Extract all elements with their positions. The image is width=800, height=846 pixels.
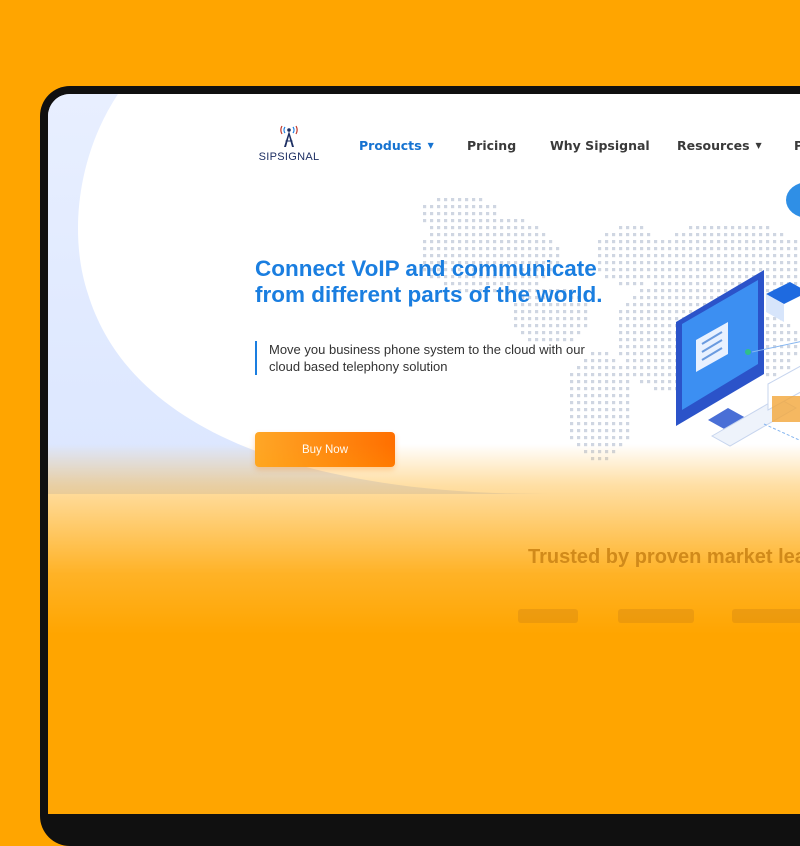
- hero-subtitle: Move you business phone system to the cl…: [255, 341, 649, 375]
- nav-resources[interactable]: Resources ▼: [677, 138, 762, 153]
- nav-pricing[interactable]: Pricing: [467, 138, 516, 153]
- nav-why-sipsignal[interactable]: Why Sipsignal: [550, 138, 650, 153]
- nav-item-truncated[interactable]: P: [794, 138, 800, 153]
- partner-logo: [618, 609, 694, 623]
- nav-products[interactable]: Products ▼: [359, 138, 434, 153]
- partner-logos: [518, 609, 800, 629]
- nav-why-sipsignal-label: Why Sipsignal: [550, 138, 650, 153]
- caret-down-icon: ▼: [427, 141, 434, 150]
- hero-subtitle-line1: Move you business phone system to the cl…: [269, 342, 585, 357]
- partner-logo: [732, 609, 800, 623]
- nav-resources-label: Resources: [677, 138, 750, 153]
- sipsignal-logo[interactable]: SIPSIGNAL: [254, 124, 324, 166]
- hero-headline-line2: from different parts of the world.: [255, 282, 603, 307]
- nav-pricing-label: Pricing: [467, 138, 517, 153]
- logo-wordmark: SIPSIGNAL: [258, 151, 320, 163]
- hero-headline: Connect VoIP and communicate from differ…: [255, 256, 675, 308]
- hero-headline-line1: Connect VoIP and communicate: [255, 256, 597, 281]
- nav-truncated-label: P: [794, 138, 800, 153]
- caret-down-icon: ▼: [755, 141, 762, 150]
- partner-logo: [518, 609, 578, 623]
- radio-tower-icon: [280, 125, 298, 147]
- buy-now-button[interactable]: Buy Now: [255, 432, 395, 467]
- nav-products-label: Products: [359, 138, 422, 153]
- isometric-computer-illustration: [676, 183, 800, 447]
- hero-subtitle-line2: cloud based telephony solution: [269, 359, 448, 374]
- trusted-heading: Trusted by proven market lea: [528, 546, 800, 568]
- browser-screen: SIPSIGNAL Products ▼ Pricing Why Sipsigna…: [48, 94, 800, 814]
